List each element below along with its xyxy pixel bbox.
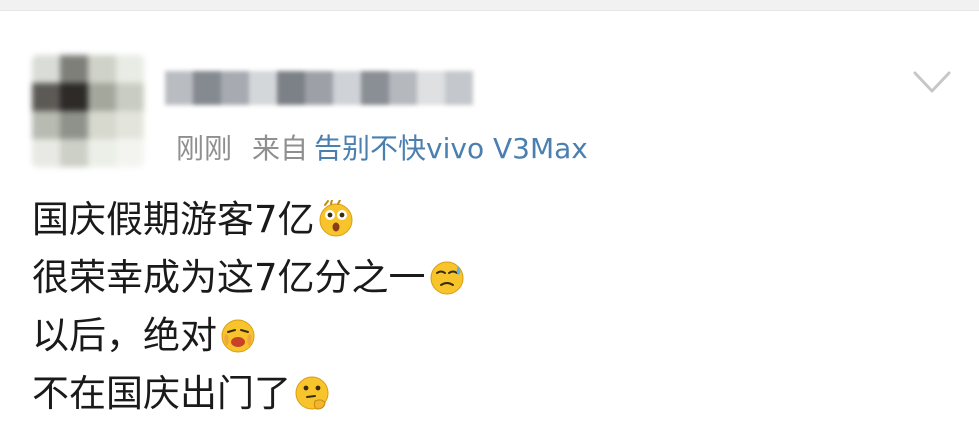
thinking-face-icon (295, 376, 329, 410)
avatar[interactable] (32, 55, 144, 167)
post-meta: 刚刚 来自 告别不快vivo V3Max (176, 127, 588, 171)
sad-sweat-face-icon (430, 261, 464, 295)
post-time: 刚刚 (176, 132, 233, 165)
content-line: 不在国庆出门了 (32, 365, 466, 423)
weibo-post-card: 刚刚 来自 告别不快vivo V3Max 国庆假期游客7亿 很荣幸成为这7亿分之一 (0, 11, 979, 415)
top-divider-strip (0, 0, 979, 11)
source-prefix: 来自 (252, 132, 309, 165)
content-line-text: 以后，绝对 (32, 314, 217, 357)
username-redacted[interactable] (165, 67, 473, 109)
content-line-text: 很荣幸成为这7亿分之一 (32, 256, 426, 299)
content-line: 国庆假期游客7亿 (32, 191, 466, 249)
crying-face-icon (221, 319, 255, 353)
astonished-face-icon (319, 200, 353, 237)
content-line-text: 国庆假期游客7亿 (32, 198, 315, 241)
post-source-link[interactable]: 告别不快vivo V3Max (314, 132, 588, 165)
content-line: 以后，绝对 (32, 307, 466, 365)
content-line: 很荣幸成为这7亿分之一 (32, 249, 466, 307)
chevron-down-icon[interactable] (912, 69, 952, 95)
post-content: 国庆假期游客7亿 很荣幸成为这7亿分之一 以后，绝对 不在国庆出门了 (32, 191, 466, 423)
